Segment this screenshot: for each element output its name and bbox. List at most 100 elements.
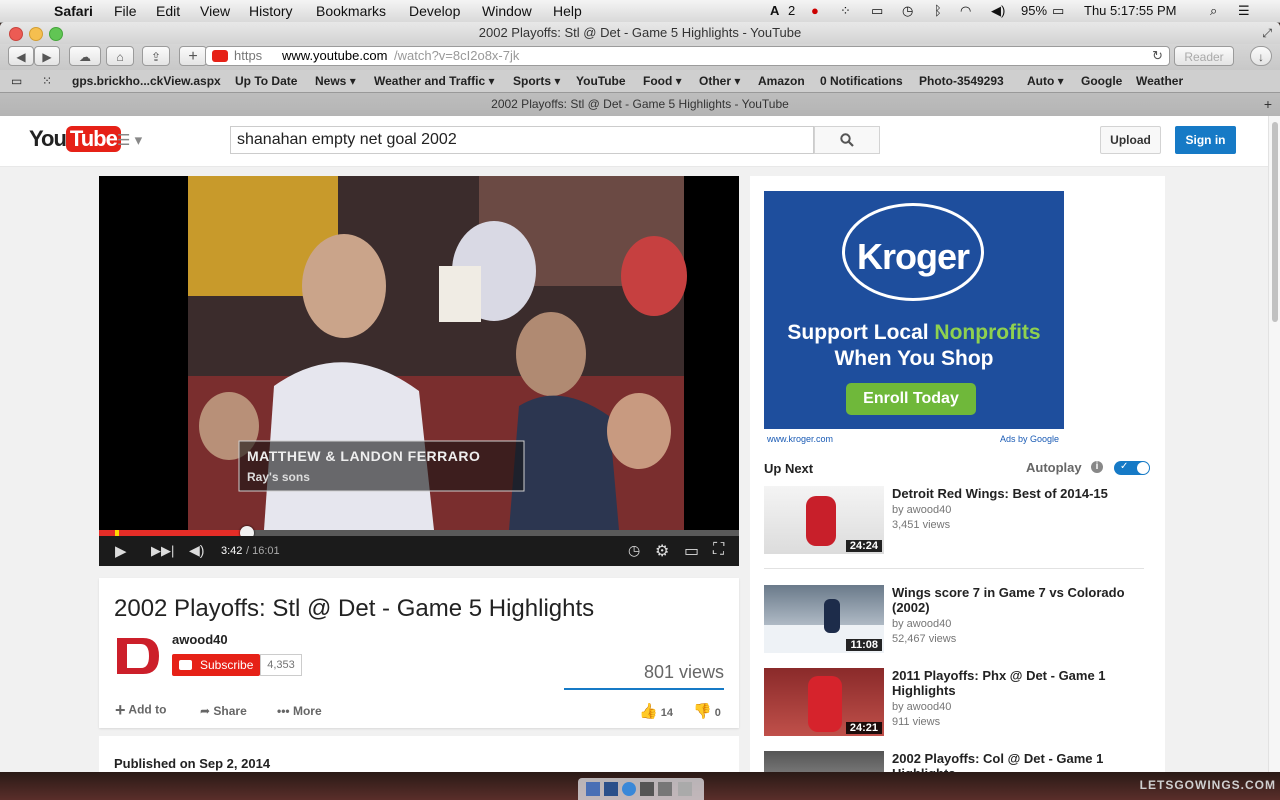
zoom-window-icon[interactable] [49,27,63,41]
menu-app-name[interactable]: Safari [54,3,93,19]
logo-you: You [29,126,67,151]
dock-app-icon[interactable] [640,782,654,796]
new-tab-icon[interactable]: + [1264,93,1272,115]
bookmark-news[interactable]: News ▾ [315,74,356,88]
dock-app-icon[interactable] [622,782,636,796]
back-button[interactable]: ◀ [8,46,34,66]
bookmark-notifications[interactable]: 0 Notifications [820,74,903,88]
lock-icon[interactable]: ● [811,3,819,18]
bookmark-up-to-date[interactable]: Up To Date [235,74,297,88]
related-video[interactable]: 24:21 2011 Playoffs: Phx @ Det - Game 1 … [764,668,1144,738]
bookmark-auto-label: Auto [1027,74,1055,88]
bookmark-auto[interactable]: Auto ▾ [1027,74,1064,88]
home-button[interactable]: ⌂ [106,46,134,66]
bookmark-photo[interactable]: Photo-3549293 [919,74,1004,88]
minimize-window-icon[interactable] [29,27,43,41]
share-label: Share [213,704,247,718]
related-video[interactable]: 11:08 Wings score 7 in Game 7 vs Colorad… [764,585,1144,655]
close-window-icon[interactable] [9,27,23,41]
menu-view[interactable]: View [200,3,230,19]
adobe-icon[interactable]: A [770,3,779,18]
spotlight-icon[interactable]: ⌕ [1210,3,1217,19]
menu-help[interactable]: Help [553,3,582,19]
page-scrollbar[interactable] [1268,116,1280,772]
watch-later-icon[interactable]: ◷ [628,542,640,559]
menu-edit[interactable]: Edit [156,3,180,19]
dock-app-icon[interactable] [586,782,600,796]
bookmarks-bar: ▭ ⁙ gps.brickho...ckView.aspx Up To Date… [0,70,1280,92]
menu-develop[interactable]: Develop [409,3,460,19]
related-video[interactable]: 2002 Playoffs: Col @ Det - Game 1 Highli… [764,751,1144,772]
notification-center-icon[interactable]: ☰ [1238,3,1250,19]
search-input[interactable]: shanahan empty net goal 2002 [230,126,814,154]
up-next-video[interactable]: 24:24 Detroit Red Wings: Best of 2014-15… [764,486,1144,556]
forward-button[interactable]: ▶ [34,46,60,66]
dock-app-icon[interactable] [658,782,672,796]
url-path: /watch?v=8cI2o8x-7jk [394,48,520,63]
menu-window[interactable]: Window [482,3,532,19]
ad-url[interactable]: www.kroger.com [767,434,833,444]
enroll-today-button[interactable]: Enroll Today [846,383,976,415]
reload-icon[interactable]: ↻ [1152,47,1163,65]
youtube-logo[interactable]: You Tube [29,126,121,156]
guide-menu-icon[interactable]: ☰ ▾ [117,131,142,149]
clock[interactable]: Thu 5:17:55 PM [1084,3,1177,18]
reading-list-icon[interactable]: ▭ [11,74,22,88]
bookmark-weather-traffic[interactable]: Weather and Traffic ▾ [374,74,495,88]
search-button[interactable] [814,126,880,154]
theater-mode-icon[interactable]: ▭ [684,541,699,561]
icloud-tabs-button[interactable]: ☁ [69,46,101,66]
downloads-icon[interactable]: ↓ [1250,46,1272,66]
bookmark-amazon[interactable]: Amazon [758,74,805,88]
bookmark-food[interactable]: Food ▾ [643,74,682,88]
dock-app-icon[interactable] [604,782,618,796]
channel-avatar[interactable] [113,634,163,678]
share-button[interactable]: ⇪ [142,46,170,66]
wifi-icon[interactable]: ◠ [960,3,971,19]
bookmark-google[interactable]: Google [1081,74,1122,88]
bookmark-weather[interactable]: Weather [1136,74,1183,88]
battery-icon[interactable]: ▭ [1052,3,1064,19]
play-icon[interactable]: ▶ [115,542,127,560]
menu-bookmarks[interactable]: Bookmarks [316,3,386,19]
next-video-icon[interactable]: ▶▶| [151,543,174,559]
fullscreen-icon[interactable]: ⤢ [1262,22,1272,44]
time-machine-icon[interactable]: ◷ [902,3,913,19]
trash-icon[interactable] [678,782,692,796]
airplay-icon[interactable]: ▭ [871,3,883,19]
kroger-ad[interactable]: Kroger Support Local Nonprofits When You… [764,191,1064,429]
add-to-button[interactable]: + Add to [115,700,166,721]
new-tab-button[interactable]: + [179,46,207,66]
like-button[interactable]: 👍 14 [639,702,673,720]
bluetooth-icon[interactable]: ᛒ [934,3,942,18]
fullscreen-icon[interactable]: ⛶ [713,541,724,559]
grid-icon[interactable]: ⁘ [840,3,851,19]
ad-headline-b: Nonprofits [934,321,1041,344]
autoplay-toggle[interactable]: ✓ [1114,461,1150,475]
dislike-button[interactable]: 👎 0 [693,702,721,720]
address-bar[interactable]: https www.youtube.com /watch?v=8cI2o8x-7… [205,46,1170,66]
battery-percent: 95% [1021,3,1048,18]
tab-title[interactable]: 2002 Playoffs: Stl @ Det - Game 5 Highli… [491,97,789,111]
volume-icon[interactable]: ◀) [189,542,204,559]
video-player[interactable]: MATTHEW & LANDON FERRARO Ray's sons [99,176,739,566]
bookmark-gps[interactable]: gps.brickho...ckView.aspx [72,74,221,88]
menu-file[interactable]: File [114,3,137,19]
upload-button[interactable]: Upload [1100,126,1161,154]
more-button[interactable]: ••• More [277,704,322,718]
channel-name[interactable]: awood40 [172,632,228,647]
bookmark-other[interactable]: Other ▾ [699,74,740,88]
info-icon[interactable]: i [1091,461,1103,473]
scrollbar-thumb[interactable] [1272,122,1278,322]
share-button[interactable]: ➦ Share [200,704,247,718]
reader-button[interactable]: Reader [1174,46,1234,66]
top-sites-icon[interactable]: ⁙ [42,74,52,88]
bookmark-youtube[interactable]: YouTube [576,74,626,88]
subscribe-button[interactable]: Subscribe [172,654,260,676]
ads-by-google[interactable]: Ads by Google [1000,434,1059,444]
bookmark-sports[interactable]: Sports ▾ [513,74,560,88]
sign-in-button[interactable]: Sign in [1175,126,1236,154]
volume-icon[interactable]: ◀) [991,3,1005,19]
menu-history[interactable]: History [249,3,293,19]
settings-gear-icon[interactable]: ⚙ [655,541,669,561]
